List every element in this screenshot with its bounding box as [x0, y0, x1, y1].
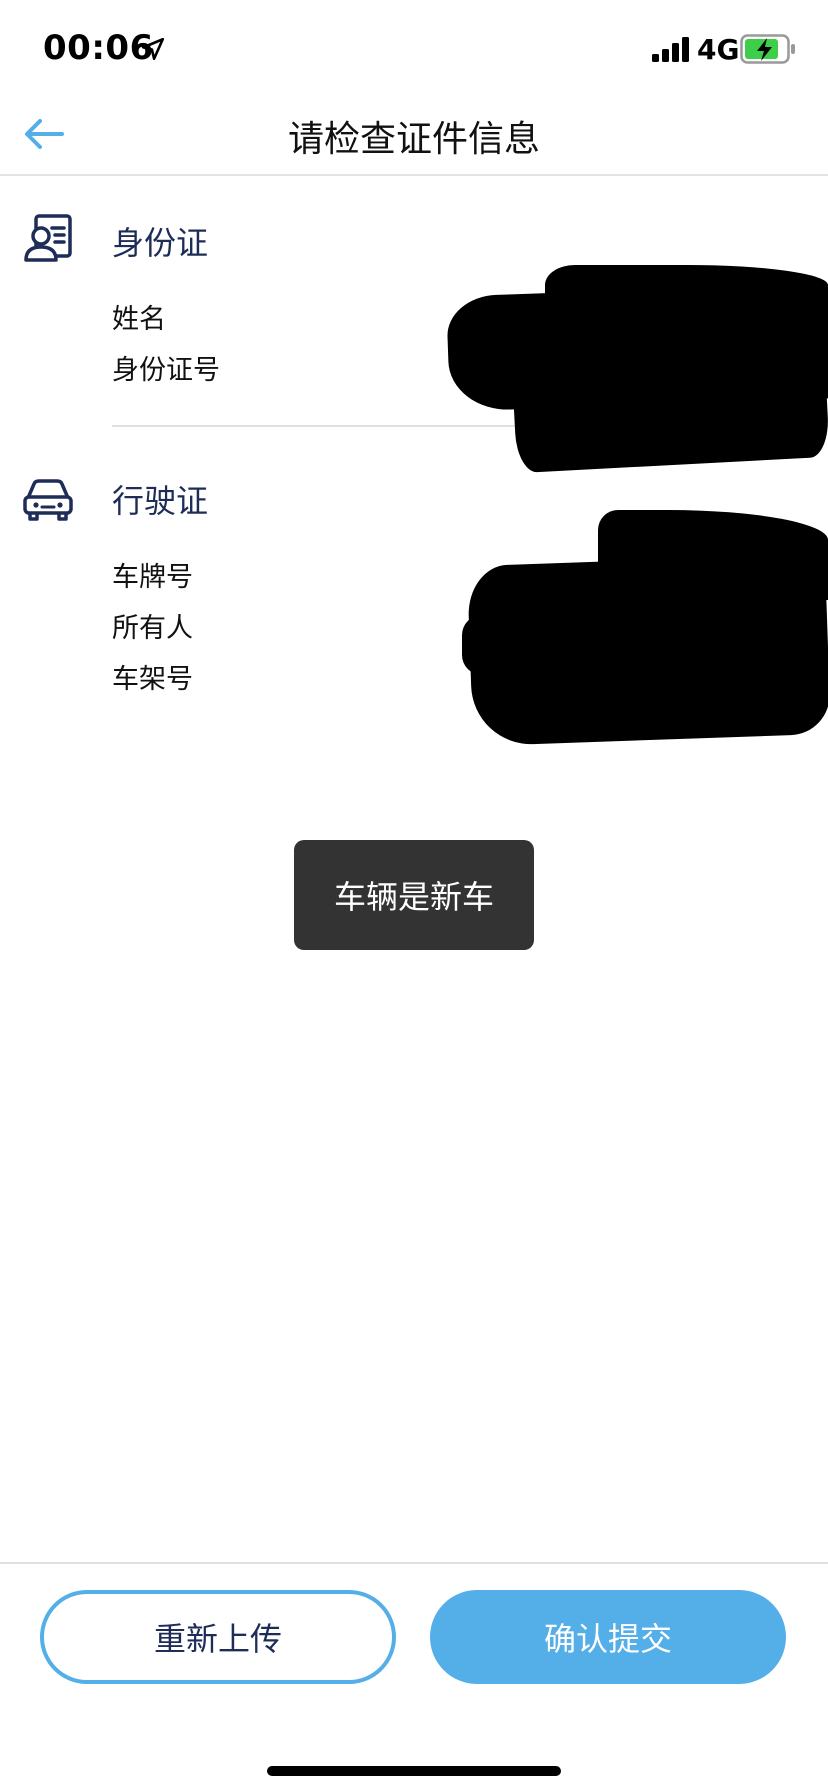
- field-label-plate-number: 车牌号: [112, 562, 193, 593]
- nav-bar: 请检查证件信息: [0, 96, 828, 176]
- confirm-submit-button[interactable]: 确认提交: [430, 1590, 786, 1684]
- bottom-divider: [0, 1562, 828, 1564]
- section-title-vehicle-license: 行驶证: [112, 482, 209, 520]
- status-time: 00:06: [43, 28, 154, 68]
- page-title: 请检查证件信息: [287, 119, 540, 160]
- field-label-name: 姓名: [112, 304, 166, 335]
- section-title-id-card: 身份证: [112, 224, 209, 262]
- reupload-button[interactable]: 重新上传: [40, 1590, 396, 1684]
- home-indicator: [267, 1766, 561, 1776]
- location-arrow-icon: [141, 37, 165, 61]
- battery-charging-icon: [740, 34, 795, 64]
- field-label-vin: 车架号: [112, 664, 193, 695]
- id-card-icon: [24, 214, 72, 262]
- field-label-id-number: 身份证号: [112, 355, 220, 386]
- redacted-vehicle-values-edge: [462, 615, 522, 675]
- field-label-owner: 所有人: [112, 613, 193, 644]
- redacted-id-values-upper: [545, 265, 828, 345]
- status-bar: 00:06 4G: [0, 0, 828, 96]
- redacted-vehicle-values-upper: [598, 510, 828, 600]
- network-label: 4G: [697, 33, 740, 66]
- cellular-signal-icon: [652, 37, 689, 62]
- redacted-id-values-lower: [513, 376, 828, 474]
- screen: 00:06 4G 请检查证件信息 身份证 姓名 身份证号 行驶证 车牌号 所有人…: [0, 0, 828, 1792]
- car-icon: [23, 479, 73, 521]
- toast-message: 车辆是新车: [294, 840, 534, 950]
